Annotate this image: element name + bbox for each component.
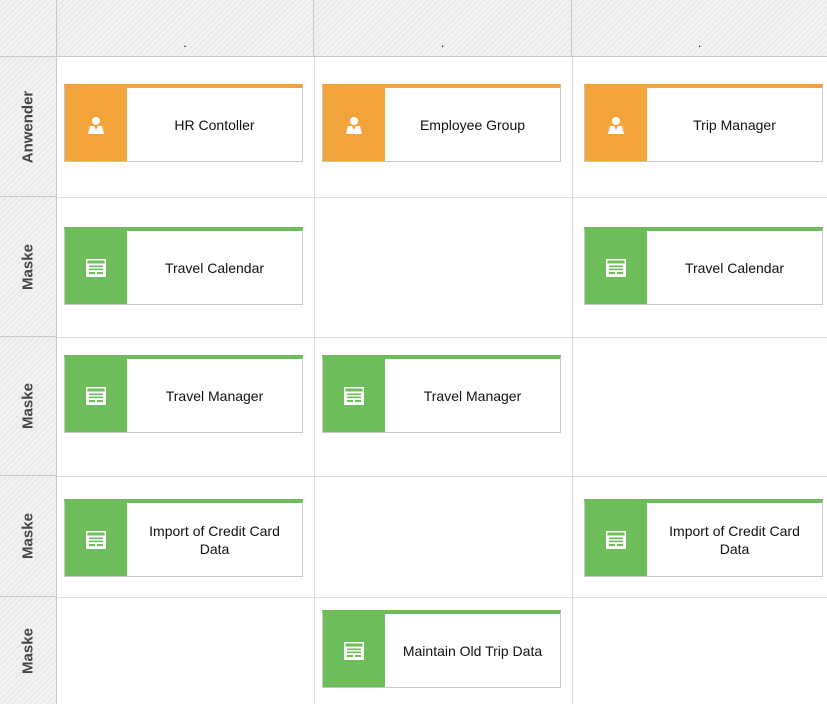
object-label: Travel Manager: [423, 387, 522, 404]
row-header-label: Maske: [19, 383, 37, 429]
screen-icon: [323, 614, 385, 687]
row-header-label: Maske: [19, 513, 37, 559]
object-employee-group[interactable]: Employee Group: [322, 84, 561, 162]
object-label: Travel Manager: [165, 387, 264, 404]
object-label: Travel Calendar: [684, 259, 785, 276]
row-header-maske-3[interactable]: Maske: [0, 476, 57, 597]
person-icon: [65, 88, 127, 161]
row-divider: [57, 337, 827, 338]
row-header-maske-4[interactable]: Maske: [0, 597, 57, 704]
row-header-label: Maske: [19, 627, 37, 674]
object-import-credit-card-data[interactable]: Import of Credit Card Data: [584, 499, 823, 577]
object-label: Employee Group: [419, 116, 526, 133]
screen-icon: [585, 231, 647, 304]
row-header-anwender[interactable]: Anwender: [0, 57, 57, 197]
object-travel-calendar[interactable]: Travel Calendar: [64, 227, 303, 305]
object-label: Travel Calendar: [164, 259, 265, 276]
screen-icon: [65, 231, 127, 304]
person-icon: [585, 88, 647, 161]
object-maintain-old-trip-data[interactable]: Maintain Old Trip Data: [322, 610, 561, 688]
screen-icon: [65, 503, 127, 576]
object-import-credit-card-data[interactable]: Import of Credit Card Data: [64, 499, 303, 577]
screen-icon: [65, 359, 127, 432]
object-hr-controller[interactable]: HR Contoller: [64, 84, 303, 162]
object-trip-manager[interactable]: Trip Manager: [584, 84, 823, 162]
row-header-label: Anwender: [19, 90, 37, 163]
column-header-label: .: [440, 35, 445, 50]
object-travel-manager[interactable]: Travel Manager: [322, 355, 561, 433]
column-header-1[interactable]: .: [57, 0, 314, 57]
column-divider: [572, 57, 573, 704]
row-divider: [57, 597, 827, 598]
row-divider: [57, 476, 827, 477]
object-label: Import of Credit Card Data: [149, 522, 280, 557]
row-divider: [57, 197, 827, 198]
person-icon: [323, 88, 385, 161]
object-travel-manager[interactable]: Travel Manager: [64, 355, 303, 433]
corner-cell: [0, 0, 57, 57]
object-label: HR Contoller: [174, 116, 255, 133]
lane-diagram: . . . Anwender Maske Maske Maske Maske H…: [0, 0, 827, 704]
object-label: Import of Credit Card Data: [669, 522, 800, 557]
column-header-label: .: [697, 35, 702, 50]
object-label: Maintain Old Trip Data: [402, 642, 543, 659]
row-header-maske-1[interactable]: Maske: [0, 197, 57, 337]
column-divider: [314, 57, 315, 704]
object-label: Trip Manager: [693, 116, 776, 133]
column-header-3[interactable]: .: [572, 0, 827, 57]
object-travel-calendar[interactable]: Travel Calendar: [584, 227, 823, 305]
column-header-label: .: [183, 35, 187, 50]
column-header-2[interactable]: .: [314, 0, 572, 57]
row-header-maske-2[interactable]: Maske: [0, 337, 57, 476]
row-header-label: Maske: [19, 243, 37, 290]
screen-icon: [323, 359, 385, 432]
screen-icon: [585, 503, 647, 576]
